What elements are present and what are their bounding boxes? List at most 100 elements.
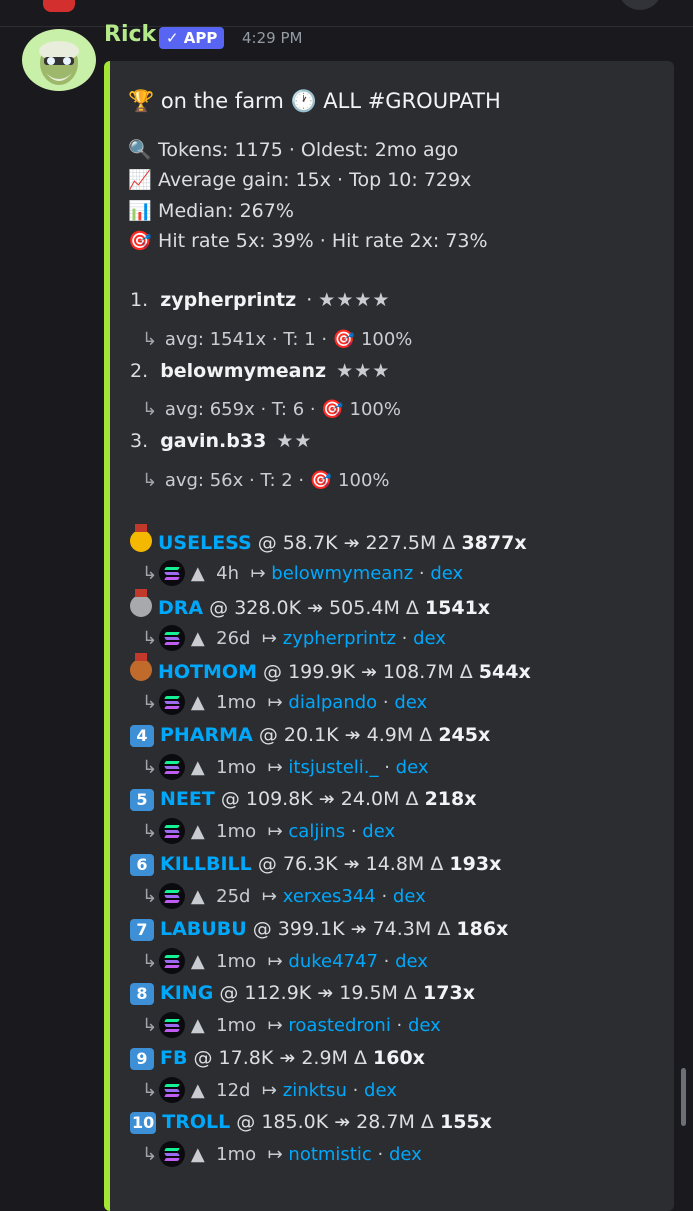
scrollbar[interactable] bbox=[681, 1068, 686, 1126]
token-detail: ↳ ▲ 4h ↦ belowmymeanz · dex bbox=[142, 560, 463, 586]
token-multiplier: 3877x bbox=[461, 532, 527, 554]
stat-hitrate: 🎯 Hit rate 5x: 39% · Hit rate 2x: 73% bbox=[128, 229, 488, 252]
number-keycap-icon: 10 bbox=[130, 1112, 157, 1134]
token-row: 5 NEET @ 109.8K ↠ 24.0M Δ 218x bbox=[130, 788, 476, 811]
gold-medal-icon bbox=[130, 524, 152, 552]
number-keycap-icon: 7 bbox=[130, 919, 154, 941]
token-name[interactable]: HOTMOM bbox=[158, 661, 257, 683]
bronze-medal-icon bbox=[130, 653, 152, 681]
stat-median: 📊 Median: 267% bbox=[128, 199, 294, 222]
token-detail: ↳ ▲ 25d ↦ xerxes344 · dex bbox=[142, 883, 426, 909]
caller-link[interactable]: caljins bbox=[288, 821, 345, 842]
hit-rate: 100% bbox=[349, 399, 401, 420]
token-detail: ↳ ▲ 1mo ↦ roastedroni · dex bbox=[142, 1012, 441, 1038]
solana-icon bbox=[159, 883, 186, 909]
dex-link[interactable]: dex bbox=[389, 1144, 422, 1165]
hit-rate: 100% bbox=[338, 470, 390, 491]
message-timestamp[interactable]: 4:29 PM bbox=[242, 29, 302, 47]
token-range: @ 185.0K ↠ 28.7M Δ bbox=[236, 1111, 434, 1133]
up-triangle-icon: ▲ bbox=[190, 563, 205, 584]
reply-arrow-icon: ↳ bbox=[142, 470, 158, 491]
rank-number: 3. bbox=[130, 430, 149, 452]
caller-link[interactable]: roastedroni bbox=[288, 1015, 390, 1036]
token-range: @ 112.9K ↠ 19.5M Δ bbox=[219, 982, 417, 1004]
token-name[interactable]: USELESS bbox=[158, 532, 252, 554]
token-multiplier: 218x bbox=[424, 788, 477, 810]
silver-medal-icon bbox=[130, 589, 152, 617]
leaderboard-stats: ↳ avg: 659x · T: 6 · 🎯 100% bbox=[142, 399, 401, 420]
dex-link[interactable]: dex bbox=[413, 628, 446, 649]
leaderboard-stats: ↳ avg: 1541x · T: 1 · 🎯 100% bbox=[142, 329, 412, 350]
reply-arrow-icon: ↳ bbox=[142, 329, 158, 350]
token-range: @ 76.3K ↠ 14.8M Δ bbox=[257, 853, 444, 875]
stat-hitrate-text: Hit rate 5x: 39% · Hit rate 2x: 73% bbox=[158, 230, 488, 252]
caller-link[interactable]: dialpando bbox=[288, 692, 377, 713]
avatar-image bbox=[39, 41, 79, 85]
caller-name: gavin.b33 bbox=[160, 430, 267, 452]
maps-to-icon: ↦ bbox=[261, 886, 278, 907]
maps-to-icon: ↦ bbox=[250, 563, 266, 584]
dex-link[interactable]: dex bbox=[362, 821, 395, 842]
token-name[interactable]: NEET bbox=[160, 788, 215, 810]
dex-link[interactable]: dex bbox=[430, 563, 463, 584]
caller-link[interactable]: xerxes344 bbox=[283, 886, 376, 907]
reply-arrow-icon: ↳ bbox=[142, 399, 158, 420]
caller-link[interactable]: notmistic bbox=[288, 1144, 371, 1165]
solana-icon bbox=[159, 1141, 186, 1167]
author-name[interactable]: Rick bbox=[104, 22, 156, 47]
token-range: @ 199.9K ↠ 108.7M Δ bbox=[263, 661, 473, 683]
dex-link[interactable]: dex bbox=[396, 757, 429, 778]
token-range: @ 58.7K ↠ 227.5M Δ bbox=[257, 532, 456, 554]
more-button[interactable] bbox=[618, 0, 662, 10]
reply-arrow-icon: ↳ bbox=[142, 692, 158, 713]
target-icon: 🎯 bbox=[332, 329, 356, 350]
caller-link[interactable]: zypherprintz bbox=[283, 628, 396, 649]
solana-icon bbox=[159, 689, 186, 715]
leaderboard-stats-text: avg: 56x · T: 2 · bbox=[164, 470, 305, 491]
caller-link[interactable]: zinktsu bbox=[283, 1080, 347, 1101]
token-age: 1mo bbox=[216, 1144, 257, 1165]
leaderboard-stats-text: avg: 1541x · T: 1 · bbox=[164, 329, 328, 350]
token-name[interactable]: FB bbox=[160, 1047, 187, 1069]
dex-link[interactable]: dex bbox=[364, 1080, 397, 1101]
reply-arrow-icon: ↳ bbox=[142, 563, 158, 584]
token-row: 10 TROLL @ 185.0K ↠ 28.7M Δ 155x bbox=[130, 1111, 492, 1134]
star-rating: ★★★ bbox=[336, 360, 391, 382]
reply-arrow-icon: ↳ bbox=[142, 757, 158, 778]
token-name[interactable]: LABUBU bbox=[160, 918, 247, 940]
dex-link[interactable]: dex bbox=[408, 1015, 441, 1036]
caller-link[interactable]: itsjusteli._ bbox=[288, 757, 378, 778]
token-range: @ 20.1K ↠ 4.9M Δ bbox=[258, 724, 433, 746]
chart-up-icon: 📈 bbox=[128, 169, 152, 191]
target-icon: 🎯 bbox=[321, 399, 344, 420]
stat-average: 📈 Average gain: 15x · Top 10: 729x bbox=[128, 168, 471, 191]
token-detail: ↳ ▲ 1mo ↦ itsjusteli._ · dex bbox=[142, 754, 429, 780]
token-name[interactable]: KING bbox=[160, 982, 213, 1004]
caller-name: belowmymeanz bbox=[160, 360, 327, 382]
dex-link[interactable]: dex bbox=[394, 692, 427, 713]
token-name[interactable]: DRA bbox=[158, 597, 203, 619]
dex-link[interactable]: dex bbox=[393, 886, 426, 907]
token-row: 8 KING @ 112.9K ↠ 19.5M Δ 173x bbox=[130, 982, 475, 1005]
avatar[interactable] bbox=[22, 29, 96, 91]
solana-icon bbox=[159, 1012, 186, 1038]
solana-icon bbox=[159, 1077, 186, 1103]
leaderboard-entry: 2. belowmymeanz ★★★ bbox=[130, 360, 390, 382]
token-name[interactable]: KILLBILL bbox=[160, 853, 252, 875]
token-age: 1mo bbox=[216, 757, 257, 778]
token-range: @ 399.1K ↠ 74.3M Δ bbox=[252, 918, 451, 940]
token-detail: ↳ ▲ 1mo ↦ caljins · dex bbox=[142, 818, 395, 844]
magnifier-icon: 🔍 bbox=[128, 139, 152, 161]
dex-link[interactable]: dex bbox=[395, 951, 428, 972]
embed-title: 🏆 on the farm 🕐 ALL #GROUPATH bbox=[128, 89, 501, 113]
token-name[interactable]: TROLL bbox=[162, 1111, 230, 1133]
solana-icon bbox=[159, 754, 186, 780]
maps-to-icon: ↦ bbox=[267, 1144, 283, 1165]
number-keycap-icon: 6 bbox=[130, 854, 154, 876]
token-multiplier: 173x bbox=[423, 982, 475, 1004]
token-row: USELESS @ 58.7K ↠ 227.5M Δ 3877x bbox=[130, 524, 527, 554]
caller-link[interactable]: belowmymeanz bbox=[271, 563, 413, 584]
token-name[interactable]: PHARMA bbox=[160, 724, 253, 746]
caller-link[interactable]: duke4747 bbox=[288, 951, 378, 972]
quote-icon[interactable]: " bbox=[43, 0, 75, 12]
